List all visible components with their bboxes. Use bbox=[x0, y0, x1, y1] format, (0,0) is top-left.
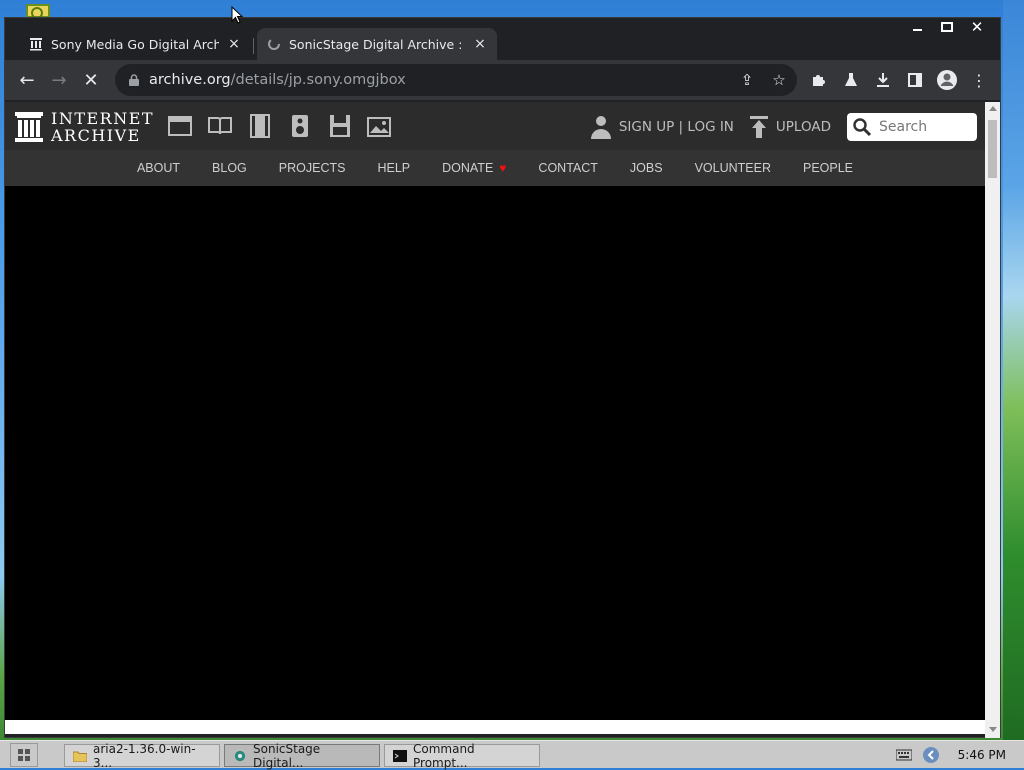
taskbar: aria2-1.36.0-win-3... SonicStage Digital… bbox=[0, 740, 1024, 770]
texts-book-icon[interactable] bbox=[207, 114, 233, 138]
media-type-icons bbox=[167, 114, 393, 138]
software-disk-icon[interactable] bbox=[327, 114, 353, 138]
profile-avatar-icon[interactable] bbox=[933, 66, 961, 94]
taskbar-item-label: Command Prompt... bbox=[413, 741, 475, 770]
start-grid-icon bbox=[18, 748, 30, 761]
ia-header-actions: SIGN UP | LOG IN UPLOAD bbox=[590, 112, 977, 142]
download-icon[interactable] bbox=[869, 66, 897, 94]
browser-toolbar: ← → ✕ archive.org/details/jp.sony.omgjbo… bbox=[5, 60, 1000, 100]
command-prompt-icon bbox=[393, 749, 407, 762]
scrollbar-thumb[interactable] bbox=[988, 120, 997, 178]
share-icon[interactable]: ⇪ bbox=[735, 68, 759, 92]
url-host: archive.org bbox=[149, 72, 231, 88]
upload-icon bbox=[749, 116, 768, 138]
upload-link[interactable]: UPLOAD bbox=[749, 116, 831, 138]
stop-loading-icon[interactable]: ✕ bbox=[75, 64, 107, 96]
loading-favicon-icon bbox=[268, 38, 280, 50]
nav-help[interactable]: HELP bbox=[361, 161, 426, 175]
labs-flask-icon[interactable] bbox=[837, 66, 865, 94]
desktop-wallpaper bbox=[1003, 0, 1024, 740]
heart-icon: ♥ bbox=[499, 161, 507, 175]
browser-window: ✕ Sony Media Go Digital Archive × SonicS… bbox=[4, 17, 1001, 738]
bookmark-star-icon[interactable]: ☆ bbox=[767, 68, 791, 92]
nav-contact[interactable]: CONTACT bbox=[522, 161, 614, 175]
video-film-icon[interactable] bbox=[247, 114, 273, 138]
images-icon[interactable] bbox=[367, 114, 393, 138]
nav-about[interactable]: ABOUT bbox=[121, 161, 196, 175]
nav-volunteer[interactable]: VOLUNTEER bbox=[679, 161, 787, 175]
auth-label: SIGN UP | LOG IN bbox=[618, 119, 734, 135]
url-path: /details/jp.sony.omgjbox bbox=[230, 72, 406, 88]
tab-sonicstage-active[interactable]: SonicStage Digital Archive : S × bbox=[257, 28, 497, 60]
scroll-down-arrow-icon[interactable] bbox=[989, 727, 997, 732]
nav-projects[interactable]: PROJECTS bbox=[263, 161, 362, 175]
logo-line-1: INTERNET bbox=[51, 109, 155, 128]
browser-app-icon bbox=[234, 750, 246, 761]
forward-arrow-icon[interactable]: → bbox=[43, 64, 75, 96]
mouse-cursor-icon bbox=[231, 6, 243, 24]
tab-close-icon[interactable]: × bbox=[227, 36, 241, 52]
upload-label: UPLOAD bbox=[775, 119, 831, 135]
tab-separator bbox=[253, 38, 254, 54]
ia-top-nav: ABOUT BLOG PROJECTS HELP DONATE ♥ CONTACT… bbox=[5, 150, 985, 186]
archive-building-icon bbox=[15, 112, 43, 142]
scroll-up-arrow-icon[interactable] bbox=[989, 106, 997, 111]
taskbar-item-browser[interactable]: SonicStage Digital... bbox=[224, 741, 380, 770]
back-circle-icon[interactable] bbox=[922, 746, 940, 764]
taskbar-item-command-prompt[interactable]: Command Prompt... bbox=[384, 741, 540, 770]
start-button[interactable] bbox=[10, 742, 38, 767]
extensions-puzzle-icon[interactable] bbox=[805, 66, 833, 94]
folder-icon bbox=[73, 751, 87, 762]
web-icon[interactable] bbox=[167, 114, 193, 138]
donate-label: DONATE bbox=[442, 161, 494, 175]
ia-search-box[interactable] bbox=[847, 113, 977, 141]
taskbar-item-label: SonicStage Digital... bbox=[253, 741, 321, 770]
omnibox-actions: ⇪ ☆ bbox=[735, 64, 791, 96]
nav-blog[interactable]: BLOG bbox=[196, 161, 263, 175]
archive-favicon-icon bbox=[30, 38, 42, 51]
internet-archive-logo[interactable]: INTERNET ARCHIVE bbox=[15, 110, 154, 144]
search-input[interactable] bbox=[877, 118, 973, 136]
tab-title: SonicStage Digital Archive : S bbox=[289, 36, 465, 52]
vertical-scrollbar[interactable] bbox=[985, 102, 1000, 738]
nav-jobs[interactable]: JOBS bbox=[614, 161, 679, 175]
logo-text: INTERNET ARCHIVE bbox=[51, 110, 154, 144]
tab-strip: Sony Media Go Digital Archive × SonicSta… bbox=[5, 26, 1000, 60]
audio-speaker-icon[interactable] bbox=[287, 114, 313, 138]
nav-people[interactable]: PEOPLE bbox=[787, 161, 869, 175]
address-bar[interactable]: archive.org/details/jp.sony.omgjbox ⇪ ☆ bbox=[115, 64, 797, 96]
nav-donate[interactable]: DONATE ♥ bbox=[426, 161, 522, 175]
ia-header: INTERNET ARCHIVE SIGN UP | LOG IN UPLOAD… bbox=[5, 102, 985, 150]
system-tray: 5:46 PM bbox=[895, 741, 1024, 769]
more-menu-icon[interactable]: ⋮ bbox=[965, 66, 993, 94]
toolbar-actions: ⋮ bbox=[805, 64, 993, 96]
tab-title: Sony Media Go Digital Archive bbox=[51, 36, 219, 52]
user-icon bbox=[590, 116, 611, 139]
side-panel-icon[interactable] bbox=[901, 66, 929, 94]
logo-line-2: ARCHIVE bbox=[51, 126, 141, 145]
keyboard-icon[interactable] bbox=[895, 749, 912, 761]
taskbar-item-label: aria2-1.36.0-win-3... bbox=[93, 741, 196, 770]
search-icon[interactable] bbox=[853, 118, 871, 136]
page-viewport: INTERNET ARCHIVE SIGN UP | LOG IN UPLOAD… bbox=[5, 102, 985, 720]
url-text: archive.org/details/jp.sony.omgjbox bbox=[149, 72, 406, 88]
horizontal-scroll-area bbox=[5, 720, 985, 734]
sign-up-log-in-link[interactable]: SIGN UP | LOG IN bbox=[590, 115, 734, 139]
taskbar-item-folder[interactable]: aria2-1.36.0-win-3... bbox=[64, 741, 220, 770]
tab-close-icon[interactable]: × bbox=[473, 36, 487, 52]
lock-icon bbox=[129, 74, 139, 86]
back-arrow-icon[interactable]: ← bbox=[11, 64, 43, 96]
desktop-shortcut-icon[interactable] bbox=[26, 4, 50, 19]
tab-sony-media-go[interactable]: Sony Media Go Digital Archive × bbox=[19, 28, 251, 60]
clock[interactable]: 5:46 PM bbox=[958, 748, 1006, 762]
